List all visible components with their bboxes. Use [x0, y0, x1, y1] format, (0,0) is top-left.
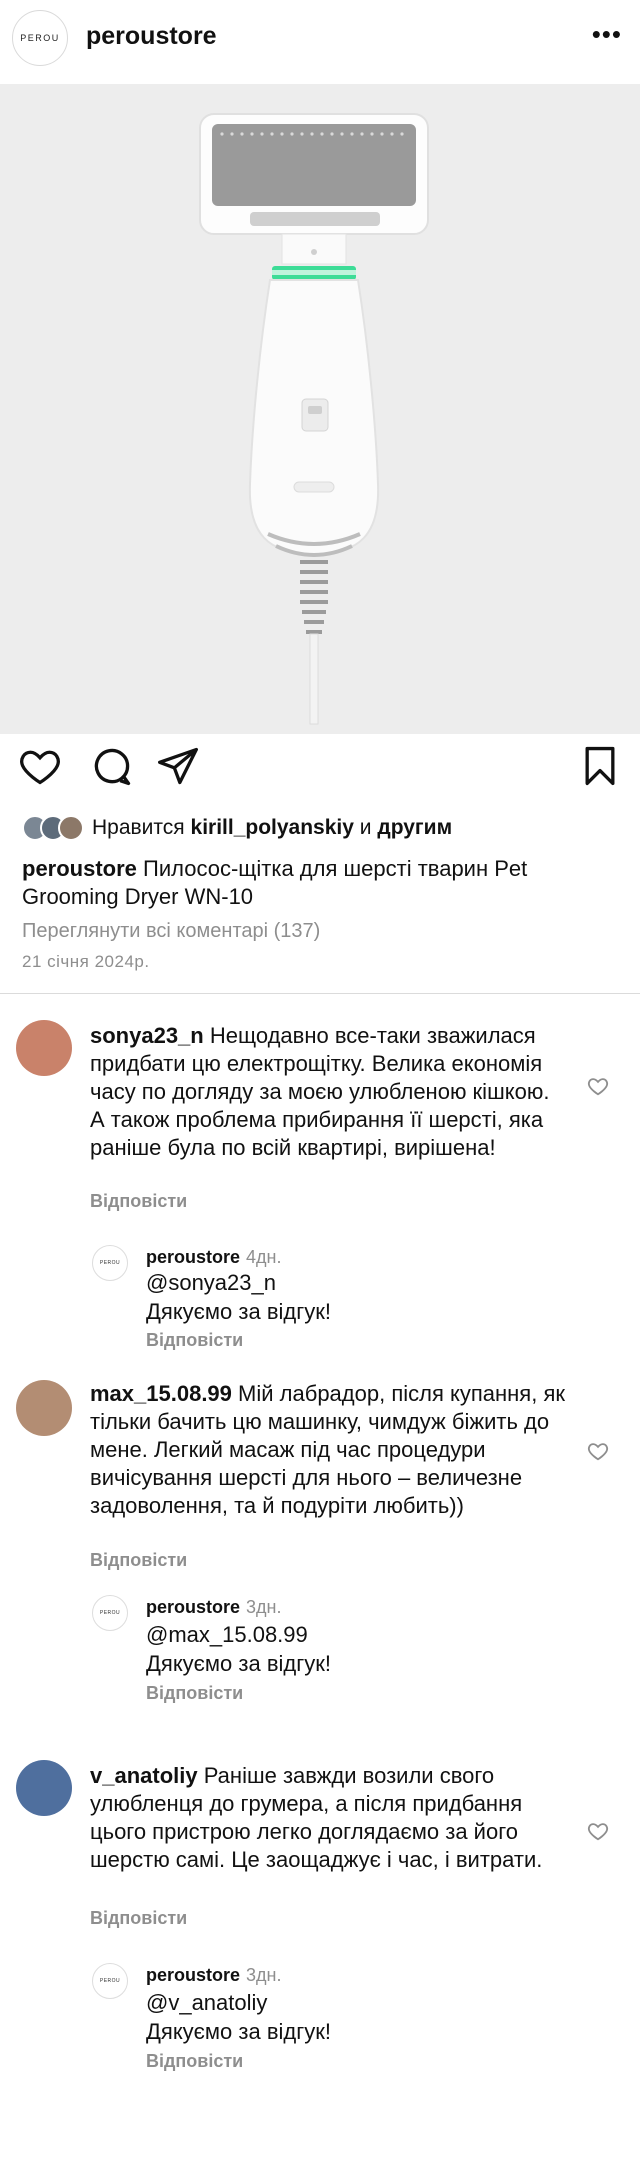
- reply-username[interactable]: peroustore: [146, 1597, 240, 1617]
- profile-avatar[interactable]: PEROU: [12, 10, 68, 66]
- reply-username[interactable]: peroustore: [146, 1247, 240, 1267]
- post-header: PEROU peroustore •••: [0, 0, 640, 80]
- action-bar: [0, 744, 640, 804]
- caption-username[interactable]: peroustore: [22, 856, 137, 881]
- reply-mention[interactable]: @sonya23_n: [146, 1269, 276, 1297]
- like-comment-heart-icon[interactable]: [587, 1820, 609, 1842]
- reply-button[interactable]: Відповісти: [146, 1683, 243, 1704]
- comment-username[interactable]: sonya23_n: [90, 1023, 204, 1048]
- header-username[interactable]: peroustore: [86, 22, 217, 51]
- post-caption: peroustore Пилосос-щітка для шерсті твар…: [22, 855, 622, 911]
- reply-avatar[interactable]: PEROU: [92, 1963, 128, 1999]
- likes-others[interactable]: другим: [377, 816, 452, 839]
- like-comment-heart-icon[interactable]: [587, 1440, 609, 1462]
- reply-avatar[interactable]: PEROU: [92, 1595, 128, 1631]
- dryer-illustration: [199, 113, 429, 725]
- more-horizontal-icon[interactable]: •••: [592, 21, 622, 47]
- reply-button[interactable]: Відповісти: [146, 2051, 243, 2072]
- like-comment-heart-icon[interactable]: [587, 1075, 609, 1097]
- reply-avatar-logo: PEROU: [99, 1978, 121, 1984]
- reply-text: Дякуємо за відгук!: [146, 1299, 331, 1324]
- heart-icon[interactable]: [18, 744, 62, 788]
- reply-avatar-logo: PEROU: [99, 1610, 121, 1616]
- reply-button[interactable]: Відповісти: [90, 1908, 187, 1929]
- reply-time: 4дн.: [246, 1247, 282, 1267]
- likes-text: Нравится kirill_polyanskiy и другим: [92, 816, 452, 840]
- post-image[interactable]: [0, 84, 640, 734]
- comment-body: sonya23_n Нещодавно все-таки зважилася п…: [90, 1022, 570, 1162]
- reply-mention[interactable]: @v_anatoliy: [146, 1989, 267, 2017]
- likes-and: и: [359, 816, 372, 839]
- commenter-avatar[interactable]: [16, 1380, 72, 1436]
- bookmark-icon[interactable]: [578, 744, 622, 788]
- comment-icon[interactable]: [90, 744, 134, 788]
- logo-text: PEROU: [20, 33, 60, 43]
- reply-header: peroustore 4дн.: [146, 1247, 282, 1268]
- reply-mention[interactable]: @max_15.08.99: [146, 1621, 308, 1649]
- share-icon[interactable]: [156, 744, 200, 788]
- commenter-avatar[interactable]: [16, 1760, 72, 1816]
- reply-text: Дякуємо за відгук!: [146, 2019, 331, 2044]
- reply-header: peroustore 3дн.: [146, 1965, 282, 1986]
- reply-button[interactable]: Відповісти: [90, 1191, 187, 1212]
- comment-body: max_15.08.99 Мій лабрадор, після купання…: [90, 1380, 570, 1520]
- reply-text: Дякуємо за відгук!: [146, 1651, 331, 1676]
- reply-username[interactable]: peroustore: [146, 1965, 240, 1985]
- reply-button[interactable]: Відповісти: [90, 1550, 187, 1571]
- likes-prefix: Нравится: [92, 816, 185, 839]
- comment-username[interactable]: v_anatoliy: [90, 1763, 198, 1788]
- reply-avatar[interactable]: PEROU: [92, 1245, 128, 1281]
- likes-line[interactable]: Нравится kirill_polyanskiy и другим: [22, 814, 452, 842]
- liker-avatar: [58, 815, 84, 841]
- commenter-avatar[interactable]: [16, 1020, 72, 1076]
- reply-avatar-logo: PEROU: [99, 1260, 121, 1266]
- comment-body: v_anatoliy Раніше завжди возили свого ул…: [90, 1762, 570, 1874]
- reply-header: peroustore 3дн.: [146, 1597, 282, 1618]
- comment-username[interactable]: max_15.08.99: [90, 1381, 232, 1406]
- reply-time: 3дн.: [246, 1965, 282, 1985]
- reply-time: 3дн.: [246, 1597, 282, 1617]
- likes-user[interactable]: kirill_polyanskiy: [191, 816, 354, 839]
- divider: [0, 993, 640, 994]
- view-all-comments-link[interactable]: Переглянути всі коментарі (137): [22, 920, 320, 943]
- reply-button[interactable]: Відповісти: [146, 1330, 243, 1351]
- post-date: 21 січня 2024р.: [22, 952, 150, 971]
